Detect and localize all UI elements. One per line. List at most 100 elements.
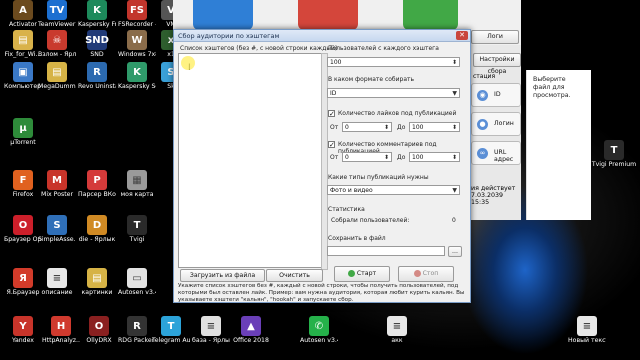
comments-from-input[interactable]: 0 ⬍ — [342, 152, 392, 162]
spinner-icon[interactable]: ⬍ — [384, 153, 389, 162]
desktop-icon[interactable]: H HttpAnalyz... — [42, 316, 80, 344]
desktop-icon[interactable]: A Activator — [4, 0, 42, 28]
app-icon: ≡ — [577, 316, 597, 336]
desktop-icon[interactable]: RRDG Packer Detector ... — [118, 316, 156, 344]
app-icon: K — [87, 0, 107, 20]
likes-from-value: 0 — [345, 124, 349, 131]
desktop-icon[interactable]: FSFSRecorder - Ярлык — [118, 0, 156, 28]
license-text: ия действует — [471, 185, 516, 192]
desktop-icon[interactable]: Y Yandex — [4, 316, 42, 344]
desktop-icon-label: SimpleAsse... - Ярлык (2) — [38, 236, 76, 243]
save-label: Сохранить в файл — [328, 235, 386, 242]
spinner-icon[interactable]: ⬍ — [452, 153, 457, 162]
spinner-icon[interactable]: ⬍ — [384, 123, 389, 132]
desktop-icon[interactable]: TTelegram Auto — [152, 316, 190, 344]
side-button-login[interactable]: ● Логин — [471, 112, 521, 136]
desktop-icon[interactable]: TVTeamViewer 13 — [38, 0, 76, 28]
likes-from-input[interactable]: 0 ⬍ — [342, 122, 392, 132]
desktop-icon[interactable]: RRevo Uninstaller — [78, 62, 116, 90]
desktop-icon[interactable]: ✆ Autosen v3.4 — [300, 316, 338, 344]
desktop-icon[interactable]: ▤ картинки — [78, 268, 116, 296]
link-icon: ∞ — [477, 148, 488, 159]
desktop-icon[interactable]: O OllyDRX — [80, 316, 118, 344]
desktop-icon-label: Firefox — [12, 191, 34, 198]
side-button-label: Логин — [494, 120, 514, 127]
hashtags-textarea[interactable]: I — [178, 53, 323, 268]
desktop-icon[interactable]: ▭Autosen v3.40 — [118, 268, 156, 296]
desktop-icon[interactable]: ☠Взлом - Ярлык — [38, 30, 76, 58]
app-icon: W — [127, 30, 147, 50]
desktop-icon[interactable]: ▲ Office 2018 — [232, 316, 270, 344]
likes-checkbox[interactable]: ✓ — [328, 110, 335, 118]
app-icon: SND — [85, 30, 109, 50]
desktop-icon[interactable]: ≡Новый текстовый ... — [568, 316, 606, 344]
id-icon: ◉ — [477, 90, 488, 101]
desktop-icon[interactable]: F Firefox — [4, 170, 42, 198]
save-path-input[interactable] — [327, 246, 445, 256]
desktop-icon[interactable]: Я Я.Браузер — [4, 268, 42, 296]
desktop-icon[interactable]: ▤ Fix_for_Wi... — [4, 30, 42, 58]
side-button-id[interactable]: ◉ ID — [471, 83, 521, 107]
desktop-icon[interactable]: ≡ акк — [378, 316, 416, 344]
app-icon: ▦ — [127, 170, 147, 190]
comments-checkbox[interactable]: ✓ — [328, 141, 335, 149]
desktop-icon[interactable]: WWindows 7x86x64 4 in... — [118, 30, 156, 58]
app-tile-blue[interactable] — [193, 0, 253, 30]
textarea-scrollbar[interactable] — [321, 53, 328, 270]
desktop-icon-label: HttpAnalyz... — [42, 337, 80, 344]
desktop-icon-label: Я.Браузер — [6, 289, 40, 296]
clear-button[interactable]: Очистить — [266, 269, 323, 282]
types-select[interactable]: Фото и видео ▼ — [327, 185, 460, 195]
chevron-down-icon: ▼ — [452, 187, 457, 194]
desktop-icon[interactable]: T Tvigi — [118, 215, 156, 243]
app-icon: O — [13, 215, 33, 235]
desktop-icon[interactable]: ▣Компьютер - Ярлык — [4, 62, 42, 90]
format-select[interactable]: ID ▼ — [327, 88, 460, 98]
settings-button[interactable]: Настройки сбора — [473, 53, 521, 75]
stop-label: Стоп — [422, 270, 439, 277]
spinner-icon[interactable]: ⬍ — [452, 58, 457, 67]
desktop-icon[interactable]: KKaspersky Secure Co... — [118, 62, 156, 90]
start-button[interactable]: Старт — [334, 266, 390, 282]
comments-to-input[interactable]: 100 ⬍ — [409, 152, 460, 162]
users-per-hashtag-input[interactable]: 100 ⬍ — [327, 57, 460, 67]
comments-to-value: 100 — [412, 154, 424, 161]
desktop-icon[interactable]: µ µTorrent — [4, 118, 42, 146]
desktop-icon[interactable]: SSimpleAsse... - Ярлык (2) — [38, 215, 76, 243]
likes-to-input[interactable]: 100 ⬍ — [409, 122, 460, 132]
stop-button[interactable]: Стоп — [398, 266, 454, 282]
collected-value: 0 — [452, 217, 456, 224]
desktop-icon[interactable]: M Mix Poster — [38, 170, 76, 198]
load-from-file-button[interactable]: Загрузить из файла — [180, 269, 265, 282]
desktop-icon-tvigi-premium[interactable]: T Tvigi Premium — [590, 140, 638, 168]
app-icon: ▭ — [127, 268, 147, 288]
license-date: 7.03.2039 15:35 — [471, 192, 504, 206]
desktop-icon[interactable]: ▤MegaDumm... — [38, 62, 76, 90]
desktop-icon[interactable]: ≡ база - Ярлык — [192, 316, 230, 344]
desktop-icon[interactable]: KKaspersky Free — [78, 0, 116, 28]
collected-label: Собрали пользователей: — [331, 217, 410, 224]
side-button-url[interactable]: ∞ URL адрес — [471, 141, 521, 165]
desktop-icon-label: база - Ярлык — [192, 337, 230, 344]
desktop-icon[interactable]: Ddie - Ярлык — [78, 215, 116, 243]
desktop-icon[interactable]: ▦ моя карта — [118, 170, 156, 198]
app-icon: H — [51, 316, 71, 336]
app-tile-red[interactable] — [298, 0, 358, 30]
desktop-icon-label: Yandex — [12, 337, 34, 344]
logs-button[interactable]: Логи — [471, 30, 519, 44]
browse-button[interactable]: ... — [448, 246, 462, 257]
desktop-icon-label: Revo Uninstaller — [78, 83, 116, 90]
desktop-icon[interactable]: PПарсер ВКонта... — [78, 170, 116, 198]
desktop-icon[interactable]: SND SND — [78, 30, 116, 58]
desktop-icon-label: Kaspersky Secure Co... — [118, 83, 156, 90]
spinner-icon[interactable]: ⬍ — [452, 123, 457, 132]
desktop-icon[interactable]: OБраузер Opera — [4, 215, 42, 243]
desktop-icon-label: Парсер ВКонта... — [78, 191, 116, 198]
app-tile-green[interactable] — [403, 0, 458, 30]
desktop-icon-label: MegaDumm... — [38, 83, 76, 90]
close-icon[interactable]: ✕ — [456, 31, 468, 40]
dialog-titlebar: Сбор аудитории по хэштегам — [174, 30, 470, 42]
user-icon: ● — [477, 119, 488, 130]
desktop-icon[interactable]: ≡ описание — [38, 268, 76, 296]
desktop-icon-label: Компьютер - Ярлык — [4, 83, 42, 90]
